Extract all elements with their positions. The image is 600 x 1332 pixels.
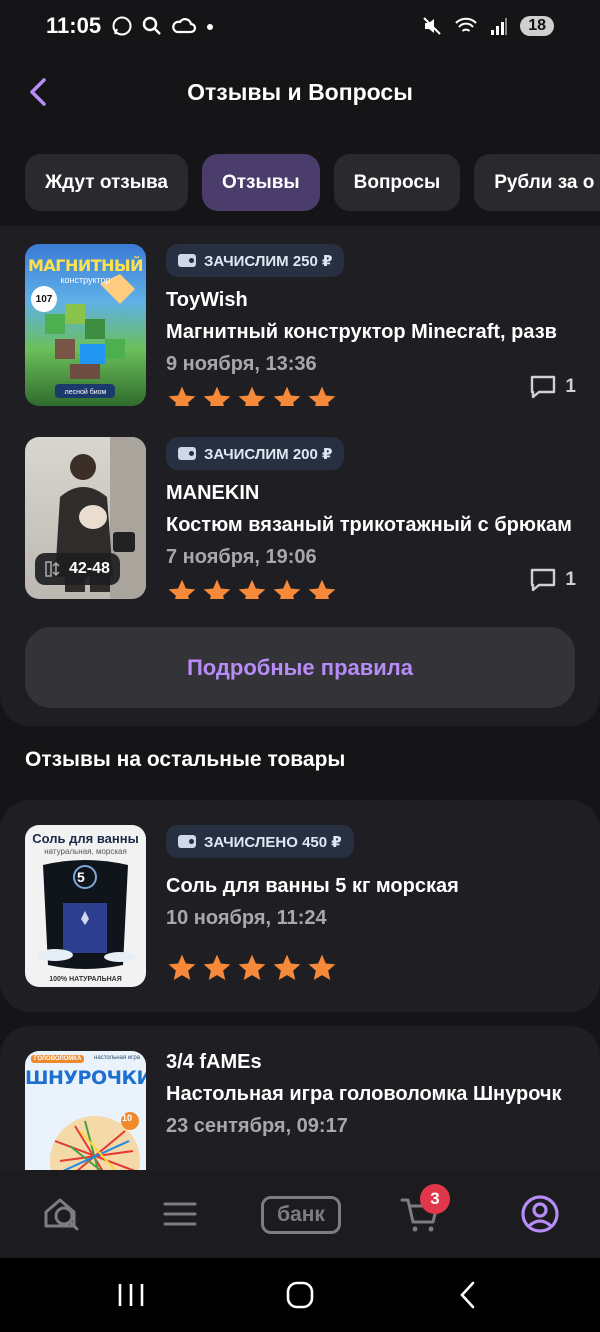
review-date: 9 ноября, 13:36 — [166, 353, 317, 375]
wallet-icon — [178, 835, 196, 848]
star-icon — [168, 954, 196, 980]
comment-icon — [531, 568, 556, 592]
star-icon — [308, 954, 336, 980]
star-icon — [168, 579, 196, 599]
profile-icon[interactable] — [518, 1192, 562, 1236]
star-icon — [203, 579, 231, 599]
product-name: Настольная игра головоломка Шнурочк — [166, 1083, 562, 1105]
cart-count-badge: 3 — [420, 1184, 450, 1214]
product-name: Магнитный конструктор Minecraft, разв — [166, 321, 557, 343]
comments-count: 1 — [565, 569, 576, 590]
pending-reviews-card: МАГНИТНЫЙ конструктор 107 лесной биом ЗА… — [0, 226, 600, 726]
home-search-icon[interactable] — [40, 1192, 84, 1236]
product-thumbnail: Соль для ванны натуральная, морская 5 10… — [25, 825, 146, 987]
cashback-badge: ЗАЧИСЛИМ 250 ₽ — [166, 244, 345, 277]
review-date: 7 ноября, 19:06 — [166, 546, 317, 568]
bank-button[interactable]: банк — [261, 1196, 341, 1234]
seller-name: 3/4 fAMEs — [166, 1051, 262, 1073]
comments-count: 1 — [565, 376, 576, 397]
rating-stars — [166, 952, 600, 984]
tab-bar: Ждут отзыва Отзывы Вопросы Рубли за о — [25, 154, 600, 211]
cashback-badge: ЗАЧИСЛИМ 200 ₽ — [166, 437, 345, 470]
battery-indicator: 18 — [520, 16, 554, 36]
star-icon — [238, 954, 266, 980]
comments-button[interactable]: 1 — [529, 374, 576, 400]
star-icon — [203, 386, 231, 406]
review-date: 10 ноября, 11:24 — [166, 907, 327, 929]
star-icon — [273, 386, 301, 406]
tab-reviews[interactable]: Отзывы — [201, 154, 320, 211]
size-range: 42-48 — [69, 560, 110, 577]
bottom-nav: банк 3 — [0, 1170, 600, 1258]
star-icon — [168, 386, 196, 406]
review-item: Соль для ванны натуральная, морская 5 10… — [25, 825, 600, 987]
thumb-footer: лесной биом — [64, 389, 107, 396]
size-badge: 42-48 — [35, 553, 120, 585]
star-icon — [273, 579, 301, 599]
thumb-count: 107 — [31, 286, 57, 312]
thumb-number: 10 — [122, 1113, 133, 1123]
whatsapp-icon — [112, 16, 132, 36]
wallet-icon — [178, 447, 196, 460]
page-title: Отзывы и Вопросы — [187, 78, 413, 105]
review-item[interactable]: МАГНИТНЫЙ конструктор 107 лесной биом ЗА… — [25, 244, 600, 406]
cashback-amount: ЗАЧИСЛИМ 200 ₽ — [204, 445, 333, 463]
status-notification-icons — [111, 15, 215, 37]
star-icon — [238, 386, 266, 406]
search-icon — [142, 16, 161, 35]
system-nav-bar — [0, 1258, 600, 1332]
status-time: 11:05 — [46, 13, 102, 38]
product-thumbnail: МАГНИТНЫЙ конструктор 107 лесной биом — [25, 244, 146, 406]
star-icon — [308, 579, 336, 599]
review-item[interactable]: 42-48 ЗАЧИСЛИМ 200 ₽ MANEKIN Костюм вяза… — [25, 437, 600, 599]
product-thumbnail: 42-48 — [25, 437, 146, 599]
section-title: Отзывы на остальные товары — [25, 748, 346, 771]
comment-icon — [531, 375, 556, 399]
thumb-number: 5 — [77, 869, 85, 885]
wifi-icon — [455, 17, 477, 32]
product-name: Костюм вязаный трикотажный с брюкам — [166, 514, 572, 536]
wallet-icon — [178, 254, 196, 267]
review-info: 3/4 fAMEs Настольная игра головоломка Шн… — [166, 1051, 600, 1138]
status-system-icons: 18 — [422, 16, 554, 36]
seller-name: MANEKIN — [166, 482, 260, 504]
comments-button[interactable]: 1 — [529, 567, 576, 593]
star-icon — [308, 386, 336, 406]
mute-icon — [423, 17, 441, 35]
seller-name: ToyWish — [166, 289, 248, 311]
star-icon — [203, 954, 231, 980]
dot-icon — [207, 24, 214, 30]
height-icon — [45, 561, 60, 577]
cashback-badge: ЗАЧИСЛЕНО 450 ₽ — [166, 825, 354, 858]
thumb-title: МАГНИТНЫЙ — [27, 256, 144, 275]
cloud-icon — [172, 18, 197, 34]
rules-button[interactable]: Подробные правила — [25, 627, 575, 708]
tab-questions[interactable]: Вопросы — [333, 154, 461, 211]
signal-icon — [491, 18, 508, 35]
star-icon — [273, 954, 301, 980]
status-bar: 11:05 18 — [0, 0, 600, 52]
product-name: Соль для ванны 5 кг морская — [166, 875, 459, 897]
review-date: 23 сентября, 09:17 — [166, 1115, 348, 1137]
star-icon — [238, 579, 266, 599]
back-arrow-icon[interactable] — [24, 76, 54, 108]
back-icon[interactable] — [455, 1278, 481, 1312]
recent-apps-icon[interactable] — [116, 1278, 146, 1312]
thumb-subtitle: конструктор — [60, 275, 111, 285]
salt-bag-illustration — [37, 860, 136, 969]
thumb-footer: 100% НАТУРАЛЬНАЯ — [49, 976, 122, 983]
header: Отзывы и Вопросы — [0, 60, 600, 124]
cashback-amount: ЗАЧИСЛЕНО 450 ₽ — [204, 833, 342, 851]
cashback-amount: ЗАЧИСЛИМ 250 ₽ — [204, 252, 333, 270]
tab-awaiting-review[interactable]: Ждут отзыва — [25, 154, 188, 211]
review-info: ЗАЧИСЛЕНО 450 ₽ Соль для ванны 5 кг морс… — [166, 825, 600, 984]
home-icon[interactable] — [283, 1278, 317, 1312]
tab-rubles-for-reviews[interactable]: Рубли за о — [474, 154, 600, 211]
menu-icon[interactable] — [158, 1192, 202, 1236]
other-review-card[interactable]: Соль для ванны натуральная, морская 5 10… — [0, 800, 600, 1012]
